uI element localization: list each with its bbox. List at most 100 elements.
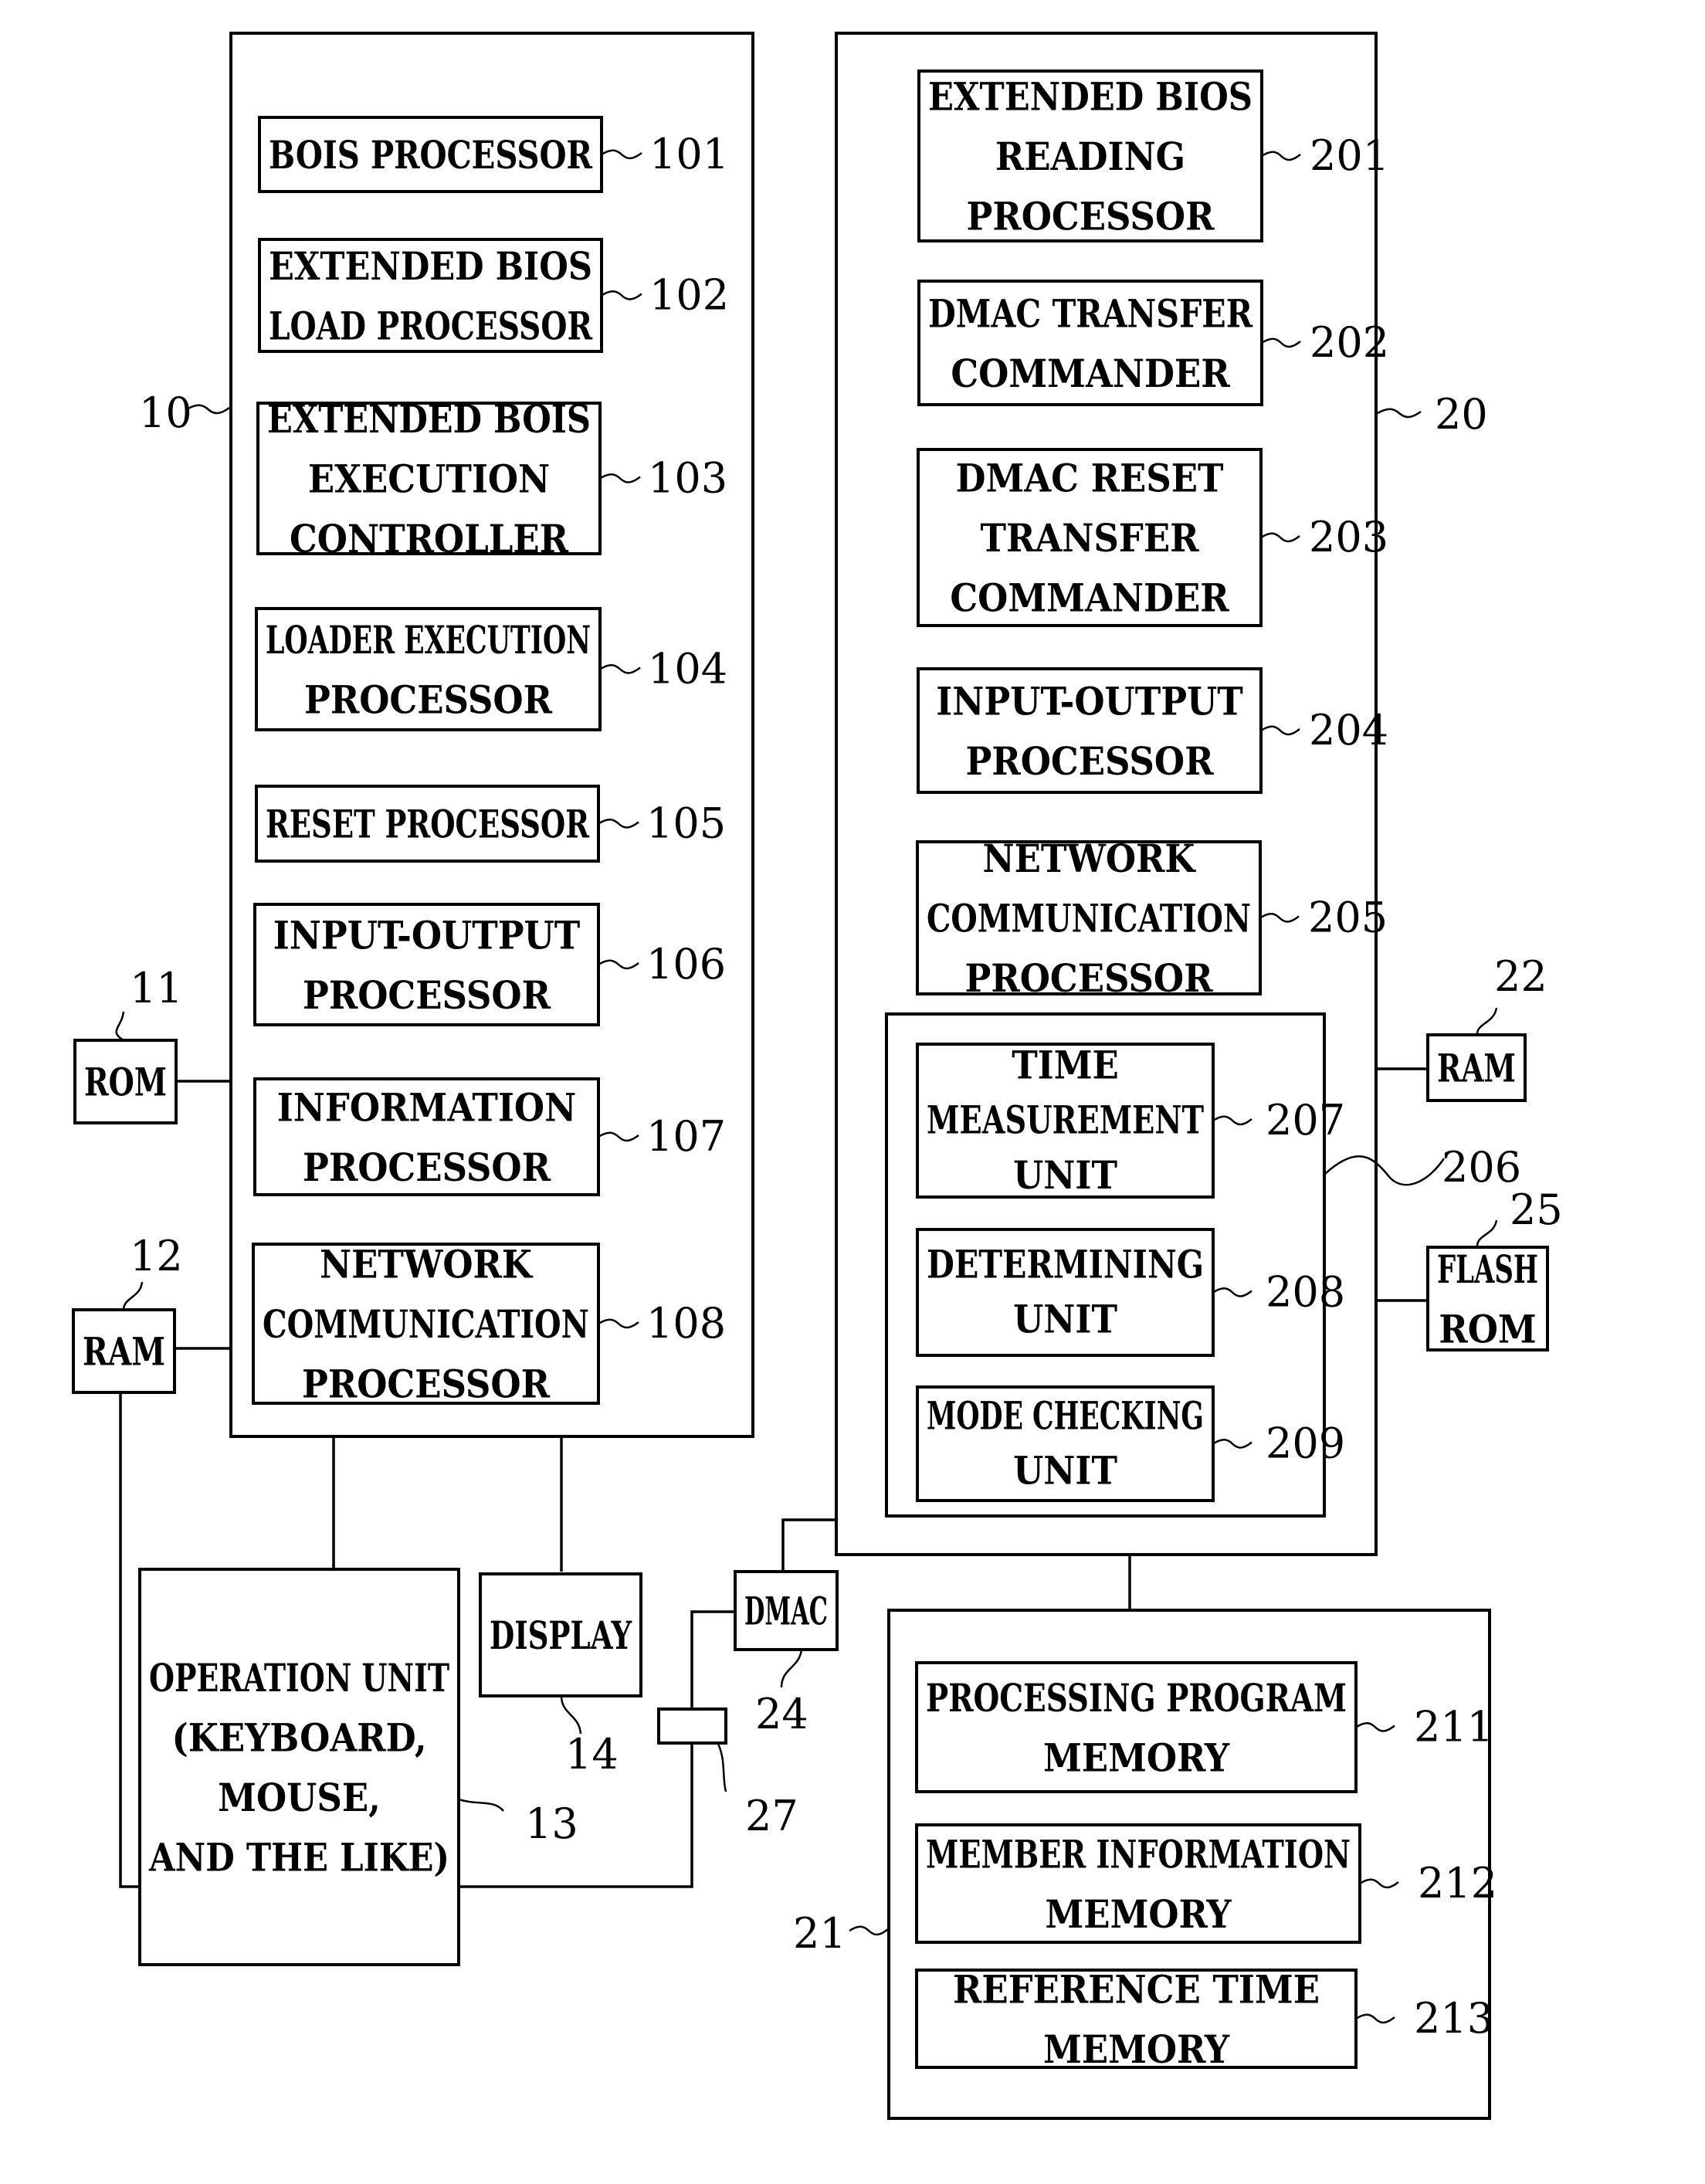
ref-106-number: 106 bbox=[646, 940, 726, 989]
ref-11-number: 11 bbox=[130, 964, 183, 1012]
operation-unit-13-box bbox=[138, 1568, 460, 1966]
block-105-label-line: RESET PROCESSOR bbox=[266, 802, 590, 847]
ref-21: 21 bbox=[793, 1909, 889, 1958]
block-205-label-line: PROCESSOR bbox=[965, 955, 1214, 1001]
ref-208-number: 208 bbox=[1266, 1268, 1345, 1317]
ref-14-number: 14 bbox=[565, 1730, 619, 1779]
block-diagram: BOIS PROCESSOR EXTENDED BIOS LOAD PROCESSO… bbox=[72, 32, 1563, 2120]
block-207-label-line: UNIT bbox=[1013, 1152, 1117, 1198]
ref-22-leader bbox=[1476, 1007, 1498, 1036]
ref-10-leader bbox=[186, 404, 230, 415]
ref-21-number: 21 bbox=[793, 1909, 846, 1958]
operation-unit-13-label-line: MOUSE, bbox=[218, 1775, 381, 1820]
dmac-24: DMAC bbox=[734, 1570, 839, 1651]
ref-206-number: 206 bbox=[1442, 1143, 1521, 1192]
flash-rom-25: FLASH ROM bbox=[1426, 1246, 1549, 1351]
ref-27-leader bbox=[717, 1743, 727, 1792]
ref-107-number: 107 bbox=[646, 1112, 726, 1161]
block-203-label-line: COMMANDER bbox=[950, 575, 1229, 621]
ref-203-number: 203 bbox=[1309, 513, 1388, 561]
ref-14-leader bbox=[560, 1695, 582, 1735]
ref-103-number: 103 bbox=[648, 454, 727, 503]
ref-13-leader bbox=[458, 1798, 504, 1812]
block-203: DMAC RESET TRANSFER COMMANDER bbox=[917, 448, 1263, 627]
ref-105-number: 105 bbox=[646, 799, 726, 848]
ref-22: 22 bbox=[1476, 952, 1547, 1036]
block-209-label-line: UNIT bbox=[1013, 1448, 1117, 1494]
ref-21-leader bbox=[849, 1925, 889, 1936]
block-102: EXTENDED BIOS LOAD PROCESSOR bbox=[258, 238, 603, 353]
ref-201-number: 201 bbox=[1310, 131, 1389, 180]
ref-12-number: 12 bbox=[130, 1232, 183, 1280]
block-203-label-line: TRANSFER bbox=[981, 515, 1200, 561]
ref-10: 10 bbox=[139, 388, 230, 437]
block-101-label-line: BOIS PROCESSOR bbox=[269, 132, 593, 178]
ref-11-leader bbox=[115, 1011, 125, 1042]
ref-14: 14 bbox=[560, 1695, 619, 1779]
operation-unit-13-label-line: AND THE LIKE) bbox=[148, 1834, 449, 1880]
block-211: PROCESSING PROGRAM MEMORY bbox=[915, 1661, 1358, 1793]
block-107-label-line: PROCESSOR bbox=[303, 1145, 551, 1190]
dmac-24-label-line: DMAC bbox=[744, 1589, 828, 1634]
ref-213-number: 213 bbox=[1414, 1994, 1493, 2043]
block-103: EXTENDED BOIS EXECUTION CONTROLLER bbox=[256, 396, 602, 561]
block-201-label-line: PROCESSOR bbox=[967, 194, 1215, 239]
ref-11: 11 bbox=[115, 964, 183, 1042]
block-102-label-line: LOAD PROCESSOR bbox=[269, 303, 593, 348]
block-204-label-line: PROCESSOR bbox=[966, 738, 1215, 784]
block-104: LOADER EXECUTION PROCESSOR bbox=[255, 607, 602, 731]
block-202-label-line: DMAC TRANSFER bbox=[928, 290, 1253, 336]
ref-104-number: 104 bbox=[648, 645, 727, 694]
ref-12: 12 bbox=[122, 1232, 183, 1311]
block-106-label-line: INPUT-OUTPUT bbox=[273, 912, 581, 958]
block-108-label-line: NETWORK bbox=[320, 1242, 534, 1287]
display-14-label-line: DISPLAY bbox=[490, 1613, 632, 1658]
block-205-label-line: COMMUNICATION bbox=[927, 896, 1251, 941]
ref-25-number: 25 bbox=[1510, 1185, 1563, 1234]
block-107: INFORMATION PROCESSOR bbox=[253, 1077, 600, 1196]
rom-11: ROM bbox=[73, 1039, 178, 1124]
block-208-label-line: UNIT bbox=[1013, 1297, 1117, 1342]
block-108: NETWORK COMMUNICATION PROCESSOR bbox=[252, 1242, 600, 1407]
block-107-label-line: INFORMATION bbox=[277, 1084, 576, 1130]
block-204-label-line: INPUT-OUTPUT bbox=[936, 678, 1243, 724]
block-202: DMAC TRANSFER COMMANDER bbox=[917, 280, 1263, 406]
block-103-label-line: EXECUTION bbox=[308, 456, 550, 502]
block-208-label-line: DETERMINING bbox=[927, 1241, 1204, 1287]
block-106-label-line: PROCESSOR bbox=[303, 972, 551, 1018]
dmac-to-processor-line bbox=[781, 1518, 836, 1572]
block-211-label-line: PROCESSING PROGRAM bbox=[926, 1675, 1347, 1721]
block-201: EXTENDED BIOS READING PROCESSOR bbox=[917, 70, 1263, 242]
block-213-label-line: MEMORY bbox=[1043, 2026, 1230, 2072]
ref-27-number: 27 bbox=[745, 1792, 798, 1840]
block-101: BOIS PROCESSOR bbox=[258, 116, 603, 193]
operation-unit-13-label-line: OPERATION UNIT bbox=[149, 1655, 449, 1701]
block-213-label-line: REFERENCE TIME bbox=[953, 1966, 1320, 2012]
ref-13-number: 13 bbox=[525, 1799, 578, 1848]
block-201-label-line: EXTENDED BIOS bbox=[928, 74, 1252, 120]
block-103-label-line: EXTENDED BOIS bbox=[267, 396, 591, 442]
display-14: DISPLAY bbox=[479, 1572, 642, 1697]
block-204: INPUT-OUTPUT PROCESSOR bbox=[917, 667, 1263, 794]
ref-13: 13 bbox=[458, 1798, 578, 1848]
ref-108-number: 108 bbox=[646, 1299, 726, 1348]
ref-211-number: 211 bbox=[1414, 1703, 1493, 1752]
block-106: INPUT-OUTPUT PROCESSOR bbox=[253, 903, 600, 1026]
block-102-label-line: EXTENDED BIOS bbox=[269, 243, 592, 289]
ref-24: 24 bbox=[755, 1649, 808, 1738]
ref-27: 27 bbox=[717, 1743, 798, 1840]
block-209-label-line: MODE CHECKING bbox=[927, 1392, 1204, 1438]
block-108-label-line: COMMUNICATION bbox=[263, 1301, 589, 1347]
block-104-label-line: PROCESSOR bbox=[304, 677, 553, 722]
ref-24-leader bbox=[780, 1649, 803, 1688]
ref-24-number: 24 bbox=[755, 1690, 808, 1738]
ram-12: RAM bbox=[72, 1308, 176, 1394]
block-207: TIME MEASUREMENT UNIT bbox=[916, 1042, 1215, 1199]
block-108-label-line: PROCESSOR bbox=[302, 1362, 551, 1407]
block-209: MODE CHECKING UNIT bbox=[916, 1385, 1215, 1502]
ref-209-number: 209 bbox=[1266, 1419, 1345, 1468]
block-208: DETERMINING UNIT bbox=[916, 1228, 1215, 1357]
block-213: REFERENCE TIME MEMORY bbox=[915, 1966, 1358, 2072]
ram-12-label-line: RAM bbox=[83, 1329, 165, 1375]
ref-202-number: 202 bbox=[1310, 318, 1389, 367]
